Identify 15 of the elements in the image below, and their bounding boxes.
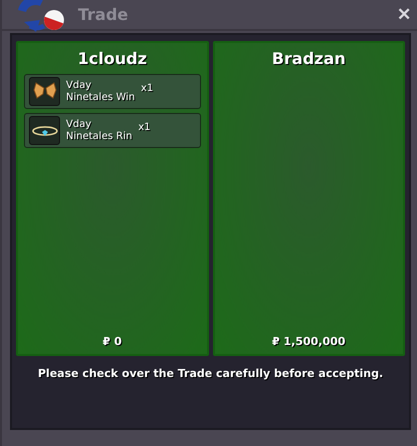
trader-name: 1cloudz [76, 49, 148, 68]
money-amount: ₽ 1,500,000 [271, 335, 346, 348]
item-name: Ninetales Win [66, 92, 135, 104]
item-quantity: x1 [138, 122, 150, 133]
item-quantity: x1 [140, 83, 154, 94]
trade-notice: Please check over the Trade carefully before accepting. [36, 367, 384, 380]
window-title: Trade [78, 5, 130, 24]
wings-icon [32, 82, 56, 102]
item-name: Ninetales Rin [66, 130, 132, 142]
money-amount: ₽ 0 [102, 335, 123, 348]
trader-name: Bradzan [270, 49, 347, 68]
item-prefix: Vday [66, 118, 92, 130]
ring-icon [32, 124, 58, 136]
item-prefix: Vday [66, 80, 92, 92]
close-button[interactable]: ✕ [397, 4, 411, 25]
